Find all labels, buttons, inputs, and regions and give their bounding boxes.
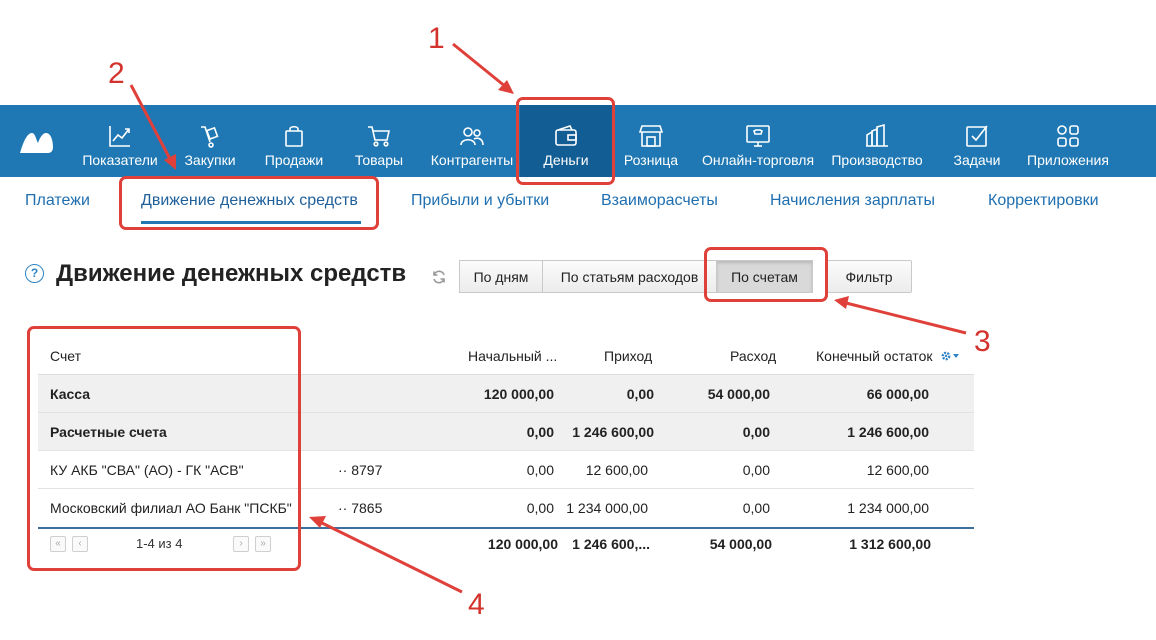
nav-label: Продажи — [264, 152, 324, 168]
nav-item-apps[interactable]: Приложения — [1024, 105, 1112, 177]
row-closing: 1 234 000,00 — [847, 500, 929, 516]
nav-item-indicators[interactable]: Показатели — [82, 105, 158, 177]
column-header-closing[interactable]: Конечный остаток — [816, 348, 932, 364]
users-icon — [460, 127, 484, 146]
nav-label: Показатели — [82, 152, 158, 168]
nav-item-retail[interactable]: Розница — [620, 105, 682, 177]
annotation-number-1: 1 — [428, 22, 445, 55]
row-closing: 12 600,00 — [866, 462, 929, 478]
nav-label: Розница — [623, 152, 679, 168]
row-opening: 0,00 — [526, 462, 554, 478]
online-store-icon — [746, 125, 770, 147]
by-days-button[interactable]: По дням — [459, 260, 543, 293]
tab-settlements[interactable]: Взаиморасчеты — [601, 192, 718, 210]
tab-payments[interactable]: Платежи — [25, 192, 90, 210]
annotation-box-1 — [516, 97, 615, 185]
row-expense: 54 000,00 — [707, 386, 770, 402]
shopping-bag-icon — [285, 125, 303, 147]
filter-button[interactable]: Фильтр — [826, 260, 912, 293]
row-expense: 0,00 — [742, 500, 770, 516]
checkbox-icon — [966, 125, 988, 147]
factory-icon — [866, 123, 888, 147]
logo-icon[interactable] — [18, 129, 54, 155]
apps-icon — [1057, 125, 1079, 147]
nav-item-production[interactable]: Производство — [830, 105, 924, 177]
column-settings-icon[interactable] — [940, 350, 960, 362]
row-closing: 1 246 600,00 — [847, 424, 929, 440]
nav-item-tasks[interactable]: Задачи — [950, 105, 1004, 177]
help-icon[interactable]: ? — [25, 264, 44, 283]
row-closing: 66 000,00 — [866, 386, 929, 402]
column-header-opening[interactable]: Начальный ... — [468, 348, 557, 364]
row-account-number: ·· 8797 — [338, 462, 383, 478]
row-account-number: ·· 7865 — [338, 500, 383, 516]
nav-label: Товары — [354, 152, 404, 168]
total-closing: 1 312 600,00 — [849, 536, 931, 552]
by-expense-items-button[interactable]: По статьям расходов — [543, 260, 717, 293]
annotation-box-4 — [27, 326, 301, 571]
tab-profit-loss[interactable]: Прибыли и убытки — [411, 192, 549, 210]
nav-item-online-trade[interactable]: Онлайн-торговля — [700, 105, 816, 177]
nav-item-sales[interactable]: Продажи — [264, 105, 324, 177]
annotation-number-2: 2 — [108, 57, 125, 90]
total-expense: 54 000,00 — [709, 536, 772, 552]
row-income: 1 246 600,00 — [572, 424, 654, 440]
nav-label: Контрагенты — [430, 152, 514, 168]
total-income: 1 246 600,... — [572, 536, 650, 552]
row-income: 1 234 000,00 — [566, 500, 648, 516]
annotation-box-2 — [119, 176, 379, 230]
nav-item-purchases[interactable]: Закупки — [182, 105, 238, 177]
chart-line-icon — [109, 126, 130, 147]
tab-payroll[interactable]: Начисления зарплаты — [770, 192, 935, 210]
cart-dolly-icon — [201, 126, 219, 148]
row-income: 0,00 — [626, 386, 654, 402]
annotation-number-3: 3 — [974, 325, 991, 358]
page-title: Движение денежных средств — [56, 260, 407, 287]
row-opening: 120 000,00 — [483, 386, 554, 402]
annotation-number-4: 4 — [468, 588, 485, 621]
row-opening: 0,00 — [526, 424, 554, 440]
total-opening: 120 000,00 — [487, 536, 558, 552]
nav-item-counterparties[interactable]: Контрагенты — [430, 105, 514, 177]
nav-label: Онлайн-торговля — [701, 152, 815, 168]
row-expense: 0,00 — [742, 462, 770, 478]
column-header-income[interactable]: Приход — [604, 348, 652, 364]
row-income: 12 600,00 — [585, 462, 648, 478]
row-expense: 0,00 — [742, 424, 770, 440]
refresh-icon[interactable] — [432, 270, 446, 284]
row-opening: 0,00 — [526, 500, 554, 516]
annotation-box-3 — [704, 247, 828, 302]
nav-label: Задачи — [953, 152, 1001, 168]
column-header-expense[interactable]: Расход — [730, 348, 776, 364]
store-icon — [638, 125, 664, 147]
nav-item-goods[interactable]: Товары — [352, 105, 406, 177]
nav-label: Закупки — [184, 152, 236, 168]
nav-label: Производство — [831, 152, 923, 168]
nav-label: Приложения — [1027, 152, 1109, 168]
tab-adjustments[interactable]: Корректировки — [988, 192, 1099, 210]
cart-icon — [368, 126, 390, 147]
